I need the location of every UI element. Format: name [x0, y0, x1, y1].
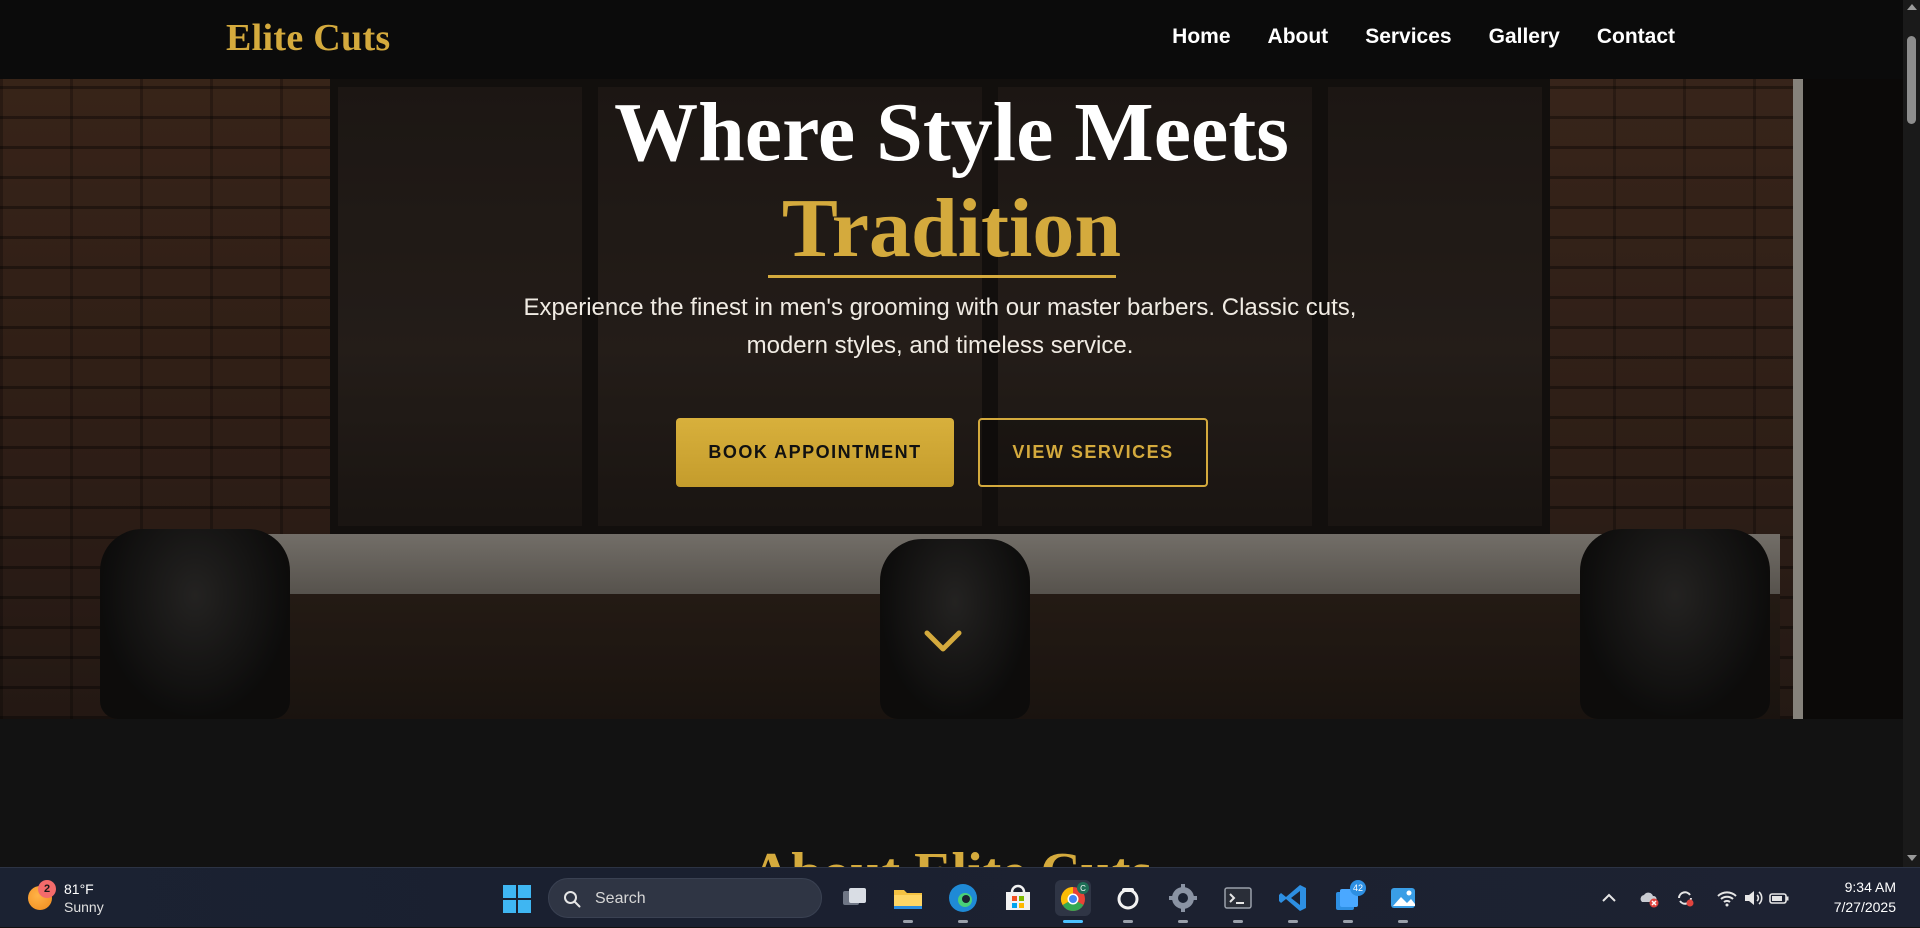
running-indicator — [903, 920, 913, 923]
nav-link-home[interactable]: Home — [1172, 25, 1230, 49]
hero-title-accent: Tradition — [781, 182, 1122, 275]
settings-icon[interactable] — [1165, 880, 1201, 923]
wifi-icon[interactable] — [1716, 887, 1738, 909]
about-section: About Elite Cuts — [0, 719, 1903, 867]
nav-link-gallery[interactable]: Gallery — [1489, 25, 1560, 49]
hero-title-line1: Where Style Meets — [614, 86, 1289, 179]
running-indicator — [1178, 920, 1188, 923]
nav-link-services[interactable]: Services — [1365, 25, 1451, 49]
copilot-icon[interactable] — [1110, 880, 1146, 923]
nav-link-about[interactable]: About — [1268, 25, 1329, 49]
sync-icon[interactable] — [1674, 887, 1696, 909]
running-indicator — [1288, 920, 1298, 923]
nav-links: Home About Services Gallery Contact — [1172, 25, 1675, 49]
scrollbar-thumb[interactable] — [1907, 36, 1916, 124]
edge-icon[interactable] — [945, 880, 981, 923]
hero-section: Where Style Meets Tradition Experience t… — [0, 79, 1903, 719]
chrome-profile-badge: C — [1080, 884, 1086, 893]
volume-icon[interactable] — [1742, 887, 1764, 909]
browser-viewport: Elite Cuts Home About Services Gallery C… — [0, 0, 1903, 867]
running-indicator — [1123, 920, 1133, 923]
battery-icon[interactable] — [1768, 887, 1790, 909]
active-indicator — [1063, 920, 1083, 923]
windows-taskbar: 2 81°F Sunny Search C 42 9:34 AM 7/27/20… — [0, 867, 1920, 927]
windows-start-icon[interactable] — [502, 884, 532, 914]
hero-title-underline — [768, 275, 1116, 278]
weather-badge: 2 — [38, 880, 56, 898]
onedrive-error-icon[interactable] — [1638, 887, 1660, 909]
running-indicator — [1398, 920, 1408, 923]
view-services-button[interactable]: VIEW SERVICES — [978, 418, 1208, 487]
weather-description: Sunny — [64, 899, 104, 915]
nav-link-contact[interactable]: Contact — [1597, 25, 1675, 49]
site-logo[interactable]: Elite Cuts — [226, 16, 391, 60]
chevron-down-icon[interactable] — [924, 629, 962, 655]
weather-temperature: 81°F — [64, 881, 94, 897]
chrome-icon[interactable]: C — [1055, 880, 1091, 923]
search-placeholder: Search — [595, 890, 646, 907]
system-tray: 9:34 AM 7/27/2025 — [1580, 868, 1920, 928]
book-appointment-button[interactable]: BOOK APPOINTMENT — [676, 418, 954, 487]
taskbar-search-box[interactable]: Search — [548, 878, 822, 918]
running-indicator — [1233, 920, 1243, 923]
running-indicator — [1343, 920, 1353, 923]
task-view-icon[interactable] — [836, 880, 872, 916]
clock-time[interactable]: 9:34 AM — [1845, 879, 1896, 895]
about-heading: About Elite Cuts — [0, 841, 1903, 867]
scroll-down-arrow-icon[interactable] — [1907, 855, 1917, 861]
weather-widget[interactable]: 2 81°F Sunny — [24, 878, 144, 918]
todo-badge: 42 — [1353, 883, 1363, 893]
search-icon — [564, 891, 581, 908]
page-scrollbar[interactable] — [1903, 0, 1920, 867]
chevron-up-icon[interactable] — [1598, 887, 1620, 909]
scroll-up-arrow-icon[interactable] — [1907, 4, 1917, 10]
hero-content: Where Style Meets Tradition Experience t… — [0, 79, 1903, 719]
store-icon[interactable] — [1000, 880, 1036, 916]
terminal-icon[interactable] — [1220, 880, 1256, 923]
site-navbar: Elite Cuts Home About Services Gallery C… — [0, 0, 1903, 79]
hero-subtitle: Experience the finest in men's grooming … — [523, 294, 1357, 359]
todo-icon[interactable]: 42 — [1330, 880, 1366, 923]
running-indicator — [958, 920, 968, 923]
file-explorer-icon[interactable] — [890, 880, 926, 923]
hero-title: Where Style Meets Tradition — [0, 85, 1903, 277]
vscode-icon[interactable] — [1275, 880, 1311, 923]
clock-date[interactable]: 7/27/2025 — [1834, 899, 1896, 915]
photos-icon[interactable] — [1385, 880, 1421, 923]
